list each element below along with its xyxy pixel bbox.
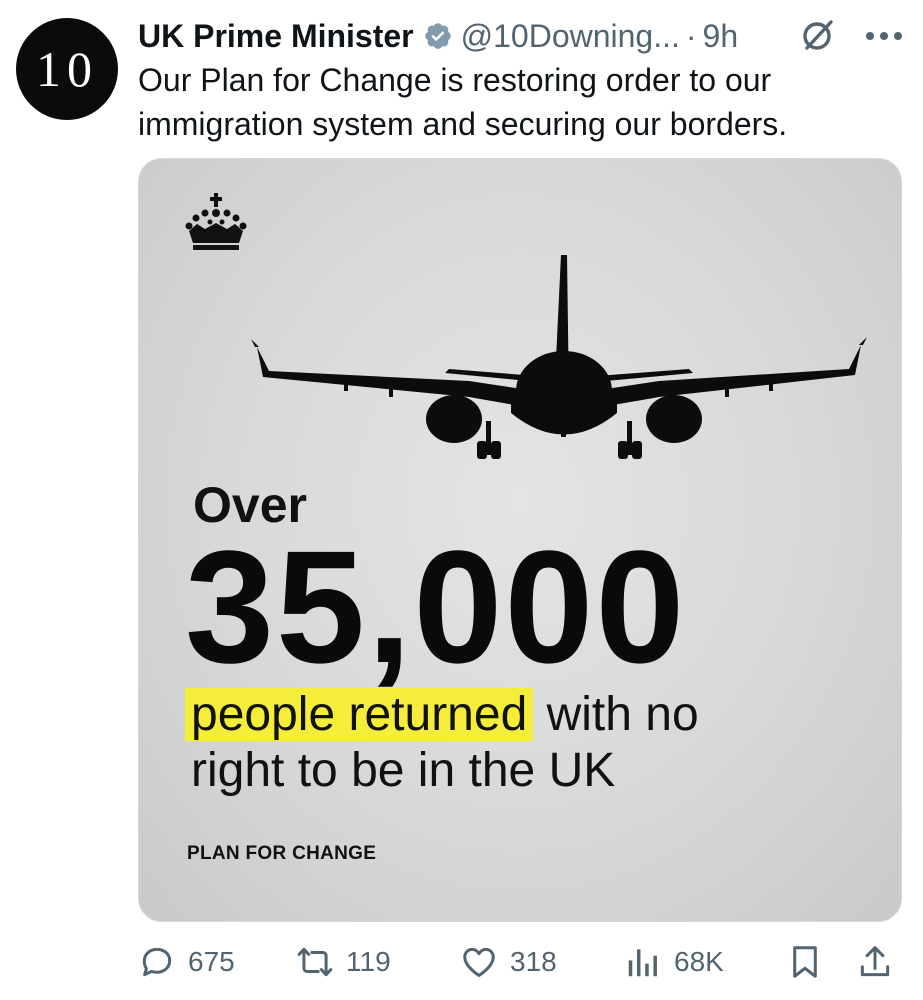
reply-count: 675	[188, 946, 235, 977]
separator-dot: ·	[685, 17, 697, 54]
verified-badge-icon	[424, 23, 451, 49]
reply-icon	[142, 947, 172, 977]
bookmark-icon	[793, 946, 817, 978]
image-number: 35,000	[185, 517, 687, 696]
tweet-text-line1: Our Plan for Change is restoring order t…	[138, 62, 772, 98]
reply-button[interactable]: 675	[138, 940, 235, 984]
timestamp[interactable]: 9h	[703, 18, 739, 55]
tweet-text-line2: immigration system and securing our bord…	[138, 106, 788, 142]
like-button[interactable]: 318	[460, 940, 557, 984]
repost-icon	[297, 947, 333, 977]
image-footer-label: PLAN FOR CHANGE	[187, 843, 377, 864]
tweet-image[interactable]: Over 35,000 people returned with no righ…	[138, 158, 902, 922]
crown-logo-icon	[185, 193, 247, 250]
image-subtitle-rest: with no	[533, 688, 699, 741]
repost-count: 119	[346, 946, 391, 977]
airplane-silhouette	[251, 255, 867, 459]
share-icon	[860, 946, 890, 977]
more-icon[interactable]	[861, 16, 907, 56]
views-count: 68K	[674, 946, 724, 977]
image-highlight: people returned	[185, 688, 534, 741]
image-subtitle-line2: right to be in the UK	[191, 744, 616, 797]
views-icon	[628, 949, 657, 977]
avatar-text: 10	[36, 41, 98, 97]
heart-icon	[463, 947, 495, 977]
tweet: 10 UK Prime Minister @10Downing... · 9h …	[0, 0, 923, 1000]
bookmark-button[interactable]	[786, 940, 824, 984]
action-bar: 675 119 318 68K	[138, 940, 908, 984]
like-count: 318	[510, 946, 557, 977]
author-handle[interactable]: @10Downing...	[461, 18, 680, 55]
author-name[interactable]: UK Prime Minister	[138, 18, 414, 55]
image-subtitle: people returned with no right to be in t…	[185, 687, 871, 799]
share-button[interactable]	[856, 940, 894, 984]
avatar[interactable]: 10	[16, 18, 118, 120]
views-button[interactable]: 68K	[624, 940, 724, 984]
tweet-text: Our Plan for Change is restoring order t…	[138, 58, 908, 146]
grok-icon[interactable]	[798, 15, 838, 55]
repost-button[interactable]: 119	[296, 940, 391, 984]
